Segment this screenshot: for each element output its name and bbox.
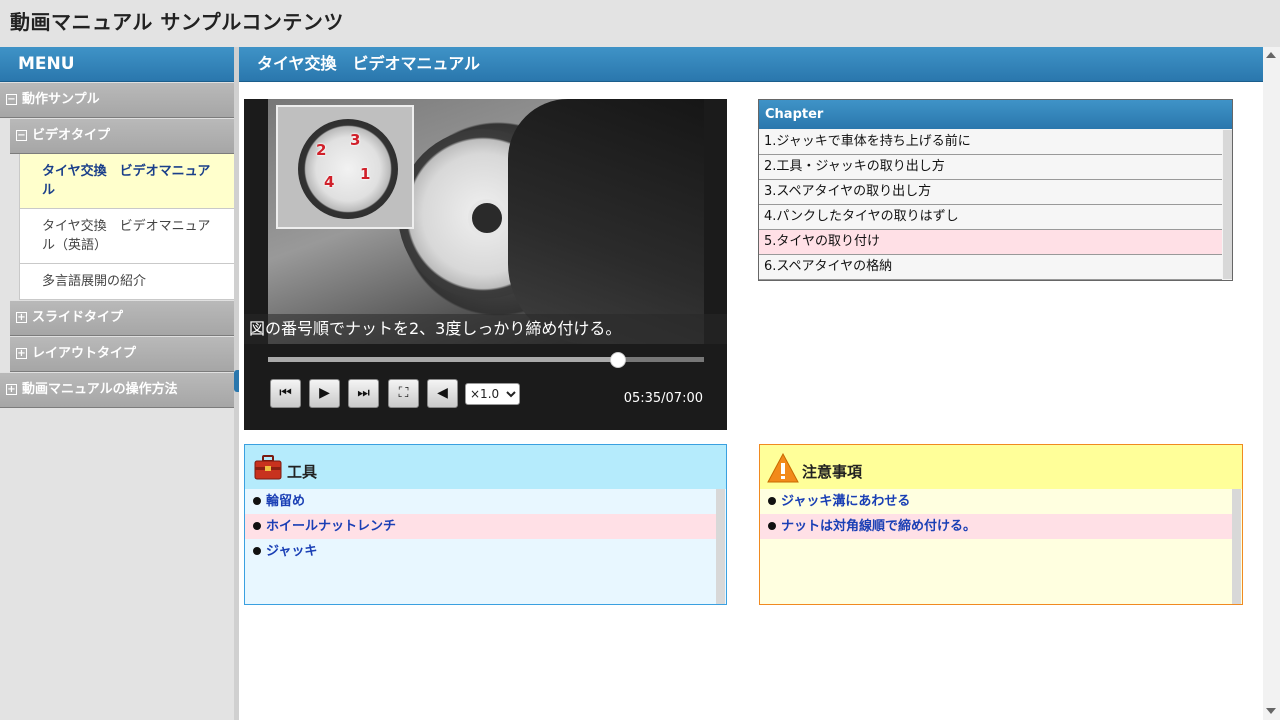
prev-chapter-button[interactable]: ⏮ — [270, 379, 301, 408]
caution-scrollbar[interactable] — [1232, 489, 1241, 604]
inset-number: 4 — [324, 173, 335, 191]
collapse-icon[interactable]: − — [6, 94, 17, 105]
nav-subgroup-label: ビデオタイプ — [32, 128, 111, 143]
chapter-item[interactable]: 3.スペアタイヤの取り出し方 — [759, 180, 1222, 205]
page-title: タイヤ交換 ビデオマニュアル — [239, 47, 1263, 82]
skip-forward-icon: ⏭ — [357, 385, 370, 401]
tool-link[interactable]: ジャッキ — [245, 539, 717, 564]
skip-back-icon: ⏮ — [279, 385, 292, 401]
seek-bar[interactable] — [268, 352, 704, 368]
inset-number: 3 — [350, 131, 361, 149]
tools-box: 工具 輪留め ホイールナットレンチ ジャッキ — [244, 444, 727, 605]
chapter-item[interactable]: 1.ジャッキで車体を持ち上げる前に — [759, 130, 1222, 155]
speed-select[interactable]: ×1.0 — [465, 383, 520, 405]
nav-group-samples[interactable]: − 動作サンプル — [0, 82, 234, 118]
tools-scrollbar[interactable] — [716, 489, 725, 604]
nav-group-label: 動画マニュアルの操作方法 — [22, 382, 178, 397]
expand-icon[interactable]: + — [16, 312, 27, 323]
video-glove-image — [508, 99, 704, 344]
seek-progress — [268, 357, 617, 362]
tool-link[interactable]: ホイールナットレンチ — [245, 514, 717, 539]
nav-group-label: 動作サンプル — [22, 92, 100, 107]
chapter-scrollbar[interactable] — [1223, 130, 1232, 279]
scroll-down-icon[interactable] — [1266, 708, 1276, 714]
nav-subgroup-label: スライドタイプ — [32, 310, 124, 325]
nav-item-tire-video[interactable]: タイヤ交換 ビデオマニュアル — [19, 154, 234, 209]
caution-link[interactable]: ジャッキ溝にあわせる — [760, 489, 1232, 514]
expand-icon[interactable]: + — [6, 384, 17, 395]
video-inset-diagram: 2 3 4 1 — [276, 105, 414, 229]
chapter-panel: Chapter 1.ジャッキで車体を持ち上げる前に 2.工具・ジャッキの取り出し… — [758, 99, 1233, 281]
nav-subgroup-layout[interactable]: + レイアウトタイプ — [10, 336, 234, 372]
caution-header: 注意事項 — [760, 445, 1242, 489]
collapse-icon[interactable]: − — [16, 130, 27, 141]
play-icon: ▶ — [319, 385, 330, 401]
tools-header: 工具 — [245, 445, 726, 489]
chapter-item[interactable]: 5.タイヤの取り付け — [759, 230, 1222, 255]
page-scrollbar[interactable] — [1263, 47, 1280, 720]
time-display: 05:35/07:00 — [623, 391, 703, 406]
nav-subgroup-label: レイアウトタイプ — [32, 346, 137, 361]
nav-item-tire-video-en[interactable]: タイヤ交換 ビデオマニュアル（英語） — [19, 209, 234, 264]
video-player: 2 3 4 1 図の番号順でナットを2、3度しっかり締め付ける。 ⏮ ▶ ⏭ ⛶… — [244, 99, 727, 430]
video-frame[interactable]: 2 3 4 1 — [268, 99, 704, 344]
app-title: 動画マニュアル サンプルコンテンツ — [10, 10, 344, 34]
toolbox-icon — [254, 455, 282, 480]
chapter-item[interactable]: 2.工具・ジャッキの取り出し方 — [759, 155, 1222, 180]
caution-link[interactable]: ナットは対角線順で締め付ける。 — [760, 514, 1232, 539]
nav-item-multilang[interactable]: 多言語展開の紹介 — [19, 264, 234, 300]
caution-box: 注意事項 ジャッキ溝にあわせる ナットは対角線順で締め付ける。 — [759, 444, 1243, 605]
inset-number: 1 — [360, 165, 371, 183]
chapter-item[interactable]: 4.パンクしたタイヤの取りはずし — [759, 205, 1222, 230]
seek-handle[interactable] — [609, 352, 626, 368]
scroll-up-icon[interactable] — [1266, 52, 1276, 58]
wheel-hub — [468, 199, 506, 237]
nav-group-howto[interactable]: + 動画マニュアルの操作方法 — [0, 372, 234, 408]
inset-number: 2 — [316, 141, 327, 159]
inset-wheel-image — [298, 119, 398, 219]
menu-header: MENU — [0, 47, 234, 82]
tools-title: 工具 — [287, 463, 318, 481]
volume-button[interactable]: ◀ — [427, 379, 458, 408]
tool-link[interactable]: 輪留め — [245, 489, 717, 514]
video-caption: 図の番号順でナットを2、3度しっかり締め付ける。 — [244, 314, 727, 344]
play-button[interactable]: ▶ — [309, 379, 340, 408]
chapter-header: Chapter — [759, 100, 1232, 129]
expand-icon[interactable]: + — [16, 348, 27, 359]
caution-list: ジャッキ溝にあわせる ナットは対角線順で締め付ける。 — [760, 489, 1232, 539]
fullscreen-icon: ⛶ — [398, 385, 409, 401]
tools-list: 輪留め ホイールナットレンチ ジャッキ — [245, 489, 717, 564]
nav-subgroup-slide[interactable]: + スライドタイプ — [10, 300, 234, 336]
caution-title: 注意事項 — [802, 463, 863, 481]
warning-icon — [767, 453, 799, 483]
chapter-item[interactable]: 6.スペアタイヤの格納 — [759, 255, 1222, 280]
fullscreen-button[interactable]: ⛶ — [388, 379, 419, 408]
next-chapter-button[interactable]: ⏭ — [348, 379, 379, 408]
sidebar: MENU − 動作サンプル − ビデオタイプ タイヤ交換 ビデオマニュアル タイ… — [0, 47, 234, 408]
nav-subgroup-video[interactable]: − ビデオタイプ — [10, 118, 234, 154]
chapter-list: 1.ジャッキで車体を持ち上げる前に 2.工具・ジャッキの取り出し方 3.スペアタ… — [759, 130, 1222, 280]
speaker-icon: ◀ — [437, 385, 448, 401]
